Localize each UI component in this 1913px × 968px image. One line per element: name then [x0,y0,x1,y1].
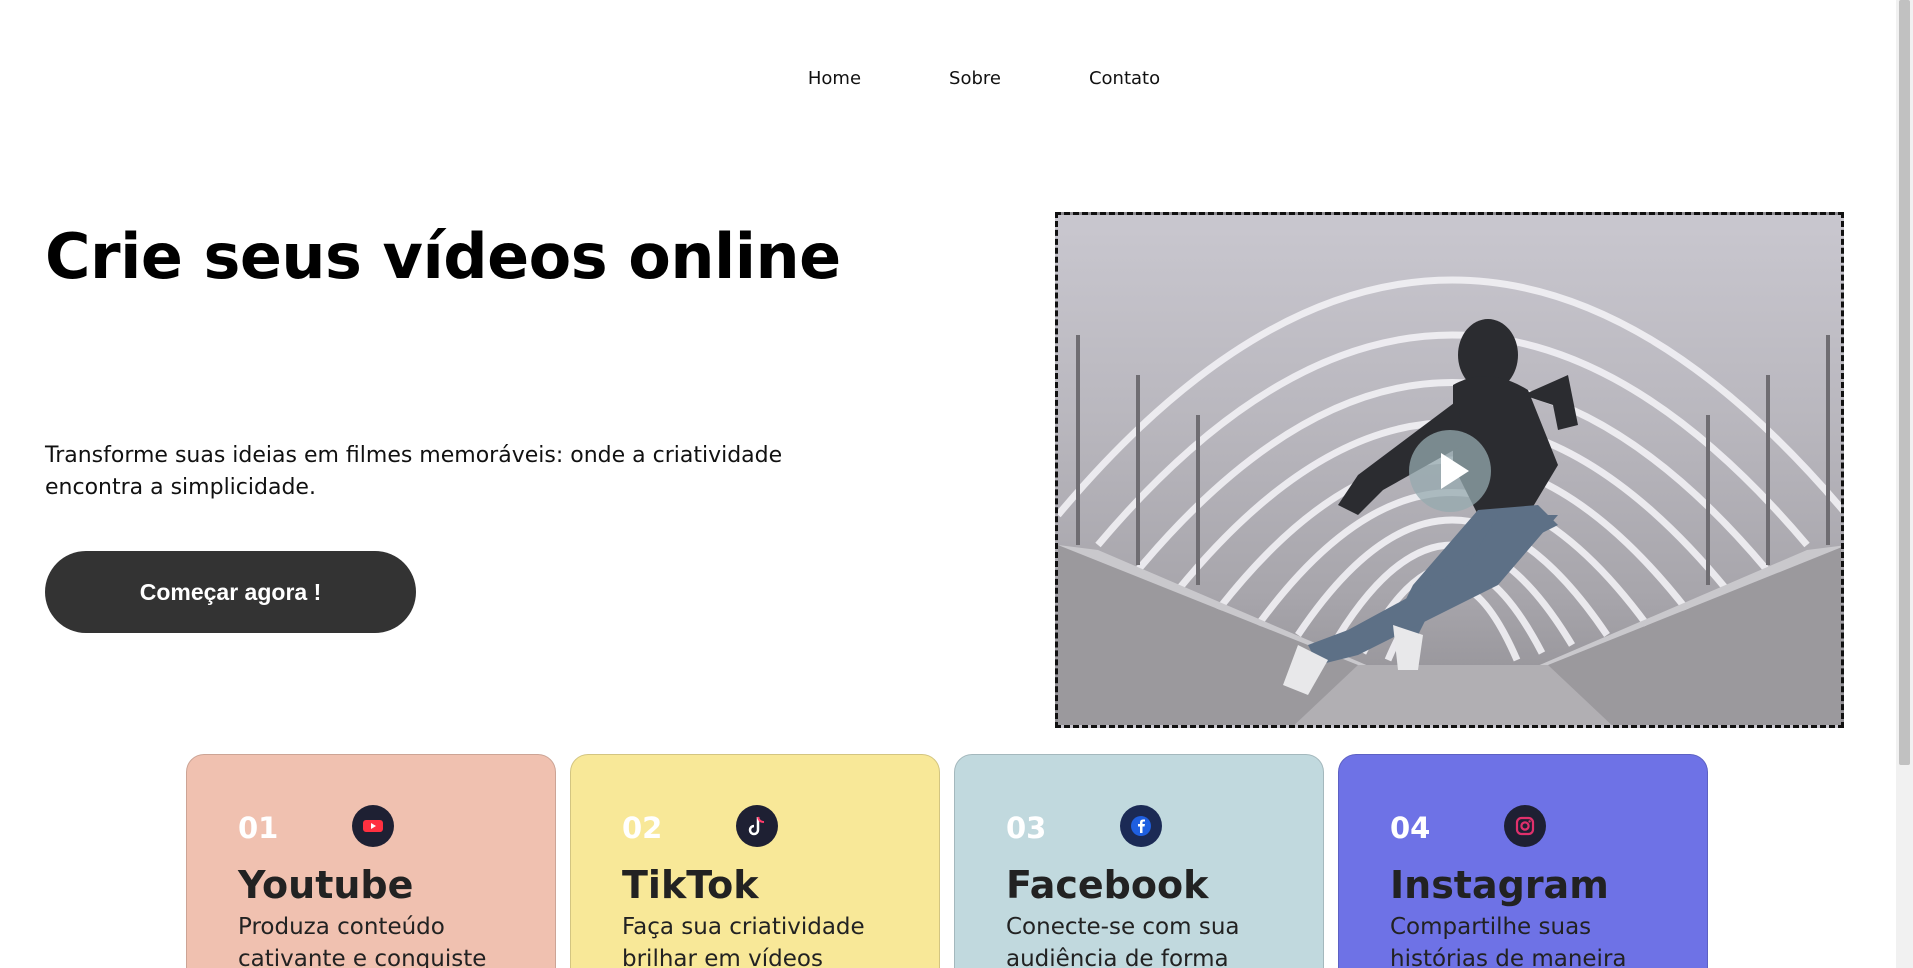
card-number: 04 [1390,811,1431,845]
card-tiktok[interactable]: 02 TikTok Faça sua criatividade brilhar … [570,754,940,968]
video-player[interactable] [1055,212,1844,728]
start-now-button[interactable]: Começar agora ! [45,551,416,633]
tiktok-icon [736,805,778,847]
play-icon[interactable] [1409,430,1491,512]
card-number: 02 [622,811,663,845]
card-youtube[interactable]: 01 Youtube Produza conteúdo cativante e … [186,754,556,968]
card-description: Produza conteúdo cativante e conquiste [238,914,487,968]
main-nav: Home Sobre Contato [0,68,1913,89]
youtube-icon [352,805,394,847]
card-title: Instagram [1390,863,1609,907]
nav-sobre-link[interactable]: Sobre [949,68,1001,89]
card-number: 01 [238,811,279,845]
card-title: Facebook [1006,863,1209,907]
nav-contato-link[interactable]: Contato [1089,68,1160,89]
page: Home Sobre Contato Crie seus vídeos onli… [0,0,1913,968]
card-description: Faça sua criatividade brilhar em vídeos [622,914,865,968]
card-title: TikTok [622,863,759,907]
vertical-scrollbar[interactable] [1896,0,1913,968]
hero-subtitle: Transforme suas ideias em filmes memoráv… [45,443,783,500]
card-instagram[interactable]: 04 Instagram Compartilhe suas histórias … [1338,754,1708,968]
instagram-icon [1504,805,1546,847]
card-number: 03 [1006,811,1047,845]
hero-title: Crie seus vídeos online [45,220,841,293]
facebook-icon [1120,805,1162,847]
scrollbar-thumb[interactable] [1899,0,1910,765]
card-description: Conecte-se com sua audiência de forma [1006,914,1240,968]
platform-cards: 01 Youtube Produza conteúdo cativante e … [186,754,1708,968]
card-facebook[interactable]: 03 Facebook Conecte-se com sua audiência… [954,754,1324,968]
card-title: Youtube [238,863,414,907]
card-description: Compartilhe suas histórias de maneira [1390,914,1627,968]
nav-home-link[interactable]: Home [808,68,861,89]
